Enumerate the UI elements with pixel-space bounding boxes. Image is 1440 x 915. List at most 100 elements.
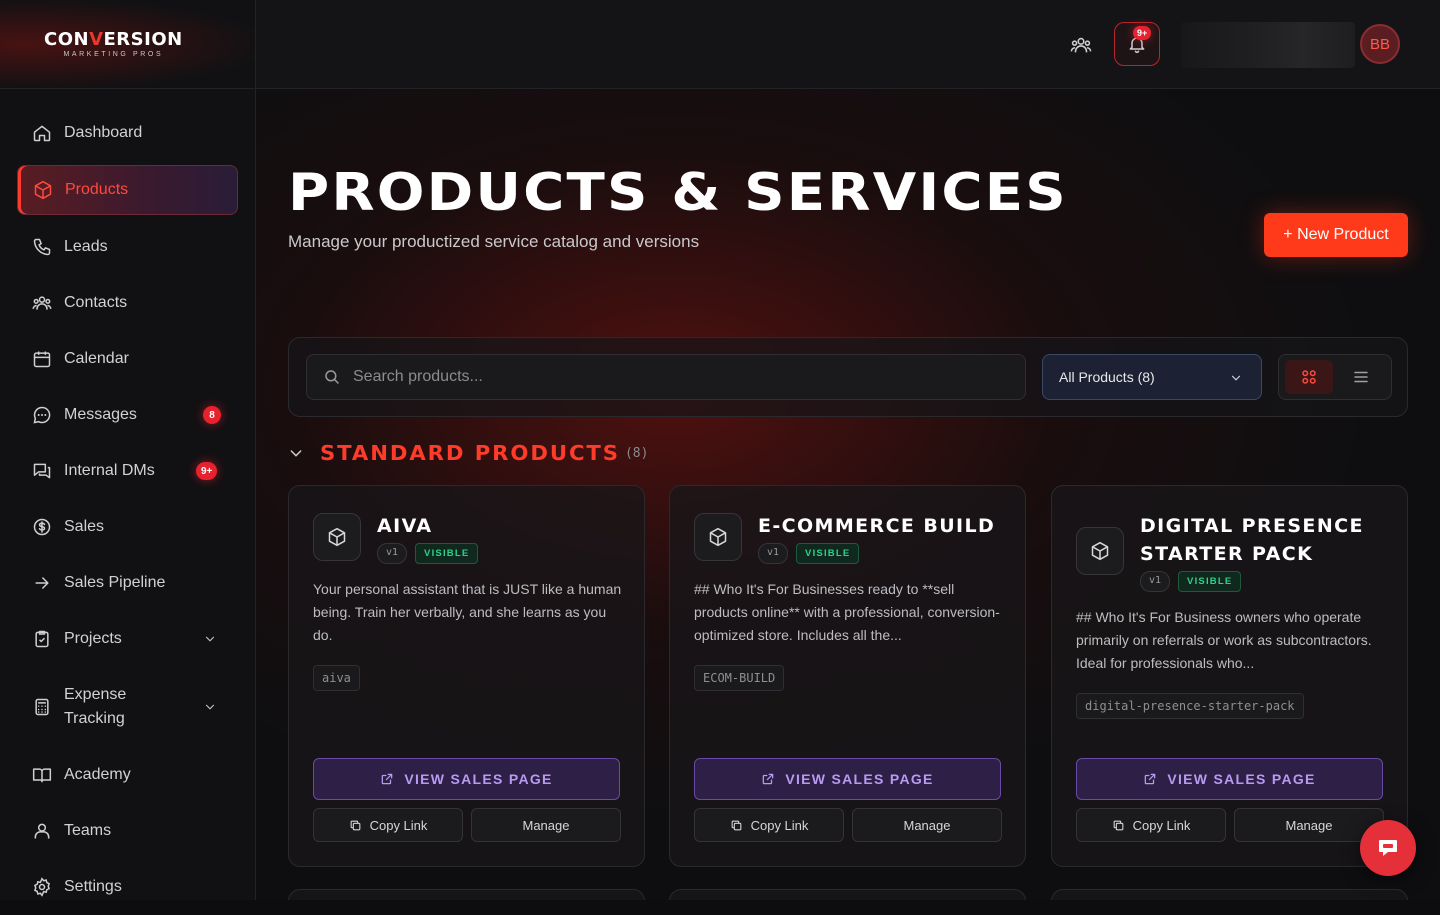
sidebar-nav: Dashboard Products Leads Contacts Calend… (0, 89, 255, 915)
dollar-circle-icon (33, 518, 51, 536)
sidebar-item-label: Calendar (64, 350, 129, 367)
product-description: ## Who It's For Business owners who oper… (1076, 609, 1372, 671)
sidebar-item-label: Teams (64, 822, 112, 839)
avatar-initials: BB (1369, 35, 1390, 53)
product-slug: digital-presence-starter-pack (1076, 693, 1304, 719)
calendar-icon (33, 351, 51, 368)
copy-link-button[interactable]: Copy Link (1076, 808, 1226, 842)
view-sales-page-button[interactable]: VIEW SALES PAGE (313, 758, 620, 800)
book-icon (32, 768, 52, 783)
chat-widget-button[interactable] (1360, 820, 1416, 876)
sidebar: CONVERSION MARKETING PROS Dashboard Prod… (0, 0, 256, 900)
section-header[interactable]: STANDARD PRODUCTS (8) (288, 441, 648, 465)
version-badge: v1 (1140, 571, 1171, 592)
team-icon (34, 823, 50, 839)
sidebar-item-label: Sales (64, 518, 105, 535)
list-view-button[interactable] (1337, 360, 1385, 394)
users-icon (1070, 37, 1092, 53)
product-name: DIGITAL PRESENCE STARTER PACK (1140, 515, 1364, 565)
chevron-down-icon[interactable] (203, 700, 217, 714)
home-icon (33, 125, 51, 142)
search-icon (325, 370, 339, 384)
sidebar-item-sales[interactable]: Sales (0, 499, 255, 555)
user-name-placeholder[interactable] (1181, 22, 1355, 68)
product-icon-box (1076, 527, 1124, 575)
product-card-partial (669, 889, 1026, 900)
search-placeholder: Search products... (353, 368, 483, 385)
status-badge: VISIBLE (1178, 571, 1242, 592)
sidebar-item-label: Expense Tracking (64, 686, 127, 727)
chevron-down-icon[interactable] (288, 445, 304, 461)
sidebar-item-expense-tracking[interactable]: Expense Tracking (0, 667, 255, 747)
chevron-down-icon (1231, 375, 1241, 381)
filter-bar: Search products... All Products (8) (288, 337, 1408, 417)
sidebar-item-calendar[interactable]: Calendar (0, 331, 255, 387)
product-card: E-COMMERCE BUILD v1 VISIBLE ## Who It's … (669, 485, 1026, 867)
logo-tagline: MARKETING PROS (63, 51, 164, 58)
users-icon (32, 296, 52, 310)
product-card: DIGITAL PRESENCE STARTER PACK v1 VISIBLE… (1051, 485, 1408, 867)
logo-wordmark: CONVERSION (44, 29, 183, 50)
phone-icon (33, 238, 51, 256)
sidebar-item-label: Leads (64, 238, 108, 255)
product-slug: aiva (313, 665, 360, 691)
chevron-down-icon[interactable] (203, 632, 217, 646)
button-label: Copy Link (1132, 817, 1191, 833)
search-input[interactable]: Search products... (306, 354, 1026, 400)
sidebar-item-projects[interactable]: Projects (0, 611, 255, 667)
external-link-icon (1145, 773, 1156, 785)
sidebar-item-label: Contacts (64, 294, 128, 311)
sidebar-item-leads[interactable]: Leads (0, 219, 255, 275)
sidebar-item-label: Sales Pipeline (64, 574, 166, 591)
select-value: All Products (8) (1059, 369, 1155, 385)
sidebar-item-teams[interactable]: Teams (0, 803, 255, 859)
team-switch-button[interactable] (1064, 30, 1098, 60)
sidebar-item-label: Projects (64, 630, 122, 647)
page-title: PRODUCTS & SERVICES (288, 163, 1068, 223)
sidebar-item-label: Dashboard (64, 124, 143, 141)
sidebar-item-academy[interactable]: Academy (0, 747, 255, 803)
product-slug: ECOM-BUILD (694, 665, 785, 691)
sidebar-item-contacts[interactable]: Contacts (0, 275, 255, 331)
gear-icon (33, 877, 51, 897)
status-badge: VISIBLE (415, 543, 479, 564)
cube-icon (328, 527, 346, 547)
notification-badge: 9+ (1133, 26, 1152, 40)
manage-button[interactable]: Manage (471, 808, 621, 842)
sidebar-item-sales-pipeline[interactable]: Sales Pipeline (0, 555, 255, 611)
sidebar-item-settings[interactable]: Settings (0, 859, 255, 915)
sidebar-item-internal-dms[interactable]: Internal DMs 9+ (0, 443, 255, 499)
grid-icon (1302, 370, 1316, 384)
external-link-icon (763, 773, 774, 785)
external-link-icon (382, 773, 393, 785)
sidebar-item-messages[interactable]: Messages 8 (0, 387, 255, 443)
product-chips: v1 VISIBLE (758, 543, 860, 564)
sidebar-item-label: Settings (64, 878, 122, 895)
copy-link-button[interactable]: Copy Link (313, 808, 463, 842)
copy-icon (731, 820, 741, 830)
new-product-button[interactable]: + New Product (1264, 213, 1408, 257)
avatar[interactable]: BB (1360, 24, 1400, 64)
manage-button[interactable]: Manage (852, 808, 1002, 842)
version-badge: v1 (758, 543, 789, 564)
message-icon (33, 406, 51, 424)
top-bar: 9+ BB (256, 0, 1440, 89)
copy-link-button[interactable]: Copy Link (694, 808, 844, 842)
product-chips: v1 VISIBLE (377, 543, 479, 564)
main-content: PRODUCTS & SERVICES Manage your producti… (256, 89, 1440, 900)
page-subtitle: Manage your productized service catalog … (288, 232, 700, 251)
list-icon (1354, 371, 1368, 383)
view-sales-page-button[interactable]: VIEW SALES PAGE (694, 758, 1001, 800)
view-sales-page-button[interactable]: VIEW SALES PAGE (1076, 758, 1383, 800)
cube-icon (1091, 541, 1109, 561)
sidebar-item-dashboard[interactable]: Dashboard (0, 105, 255, 161)
sidebar-item-products[interactable]: Products (17, 165, 238, 215)
product-chips: v1 VISIBLE (1140, 571, 1242, 592)
button-label: VIEW SALES PAGE (785, 771, 934, 787)
product-filter-select[interactable]: All Products (8) (1042, 354, 1262, 400)
brand-logo[interactable]: CONVERSION MARKETING PROS (0, 0, 255, 89)
sidebar-item-label: Academy (64, 766, 131, 783)
notifications-button[interactable]: 9+ (1114, 22, 1160, 66)
product-icon-box (313, 513, 361, 561)
grid-view-button[interactable] (1285, 360, 1333, 394)
